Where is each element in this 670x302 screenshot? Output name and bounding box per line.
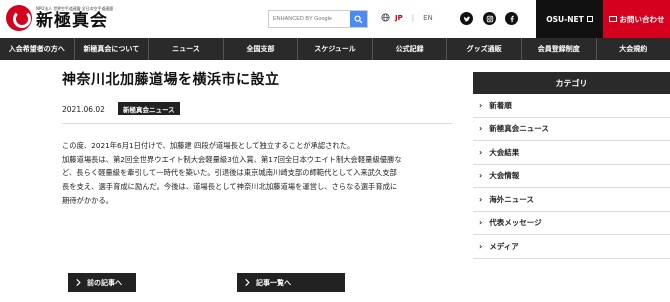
article-title: 神奈川北加藤道場を横浜市に設立 <box>62 72 280 88</box>
search-icon <box>354 14 363 24</box>
category-item-latest[interactable]: › 新着順 <box>473 94 670 118</box>
category-item-tournament-info[interactable]: › 大会情報 <box>473 165 670 188</box>
logo-mark-icon <box>6 5 32 31</box>
lang-jp-link[interactable]: JP <box>395 14 403 22</box>
site-header: NPO法人 世界空手道連盟 全日本空手道連盟 新極真会 JP | EN OSU- <box>0 0 670 38</box>
globe-icon <box>381 13 390 22</box>
category-list: › 新着順 › 新極真会ニュース › 大会結果 › 大会情報 › 海外ニュース › 代表メッ… <box>473 94 670 259</box>
category-label: 大会情報 <box>489 171 520 181</box>
main-nav: 入会希望者の方へ 新極真会について ニュース 全国支部 スケジュール 公式記録 … <box>0 38 670 60</box>
chevron-right-icon: › <box>479 147 483 157</box>
language-switcher: JP | EN <box>381 13 433 22</box>
nav-item-membership[interactable]: 会員登録制度 <box>522 38 597 60</box>
category-tag[interactable]: 新極真会ニュース <box>118 102 180 115</box>
nav-item-branches[interactable]: 全国支部 <box>224 38 299 60</box>
category-item-overseas-news[interactable]: › 海外ニュース <box>473 188 670 212</box>
nav-item-shop[interactable]: グッズ通販 <box>447 38 522 60</box>
osu-net-button[interactable]: OSU-NET <box>536 0 603 38</box>
lang-en-link[interactable]: EN <box>423 14 433 22</box>
twitter-icon[interactable] <box>460 12 473 25</box>
search-input[interactable] <box>269 11 351 27</box>
category-sidebar: カテゴリ › 新着順 › 新極真会ニュース › 大会結果 › 大会情報 › 海外ニュース … <box>473 72 670 302</box>
facebook-icon[interactable] <box>505 12 518 25</box>
article-line: この度、2021年6月1日付けで、加藤建 四段が道場長として独立することが承認さ… <box>62 141 355 150</box>
article: 神奈川北加藤道場を横浜市に設立 2021.06.02 新極真会ニュース この度、… <box>62 60 452 302</box>
nav-item-records[interactable]: 公式記録 <box>373 38 448 60</box>
nav-item-about[interactable]: 新極真会について <box>75 38 150 60</box>
nav-item-schedule[interactable]: スケジュール <box>298 38 373 60</box>
lang-separator: | <box>411 13 415 22</box>
article-list-button[interactable]: 記事一覧へ <box>237 273 345 292</box>
article-line: ど、長らく軽量級を牽引して一時代を築いた。引退後は東京城南川崎支部の師範代として… <box>62 168 397 178</box>
external-link-icon <box>586 16 593 22</box>
category-label: 新着順 <box>489 100 512 110</box>
nav-item-news[interactable]: ニュース <box>149 38 224 60</box>
sidebar-heading: カテゴリ <box>473 72 670 94</box>
article-line: 加藤道場長は、第2回全世界ウエイト制大会軽量級3位入賞、第17回全日本ウエイト制… <box>62 154 402 164</box>
category-label: メディア <box>489 241 519 251</box>
article-line: 期待がかかる。 <box>62 195 114 205</box>
prev-article-label: 前の記事へ <box>87 278 122 287</box>
category-label: 海外ニュース <box>489 194 534 204</box>
site-logo[interactable]: NPO法人 世界空手道連盟 全日本空手道連盟 新極真会 <box>6 5 113 31</box>
chevron-right-icon: › <box>479 171 483 181</box>
logo-name: 新極真会 <box>36 11 108 31</box>
prev-article-button[interactable]: 前の記事へ <box>68 273 136 292</box>
chevron-right-icon: › <box>479 218 483 228</box>
chevron-right-icon <box>245 278 250 287</box>
article-date: 2021.06.02 <box>62 105 105 114</box>
chevron-right-icon: › <box>479 194 483 204</box>
osu-net-label: OSU-NET <box>546 14 584 24</box>
article-list-label: 記事一覧へ <box>256 278 291 287</box>
contact-label: お問い合わせ <box>619 14 665 24</box>
chevron-right-icon: › <box>479 100 483 110</box>
article-body: この度、2021年6月1日付けで、加藤建 四段が道場長として独立することが承認さ… <box>62 139 452 208</box>
contact-button[interactable]: お問い合わせ <box>603 0 670 38</box>
category-item-message[interactable]: › 代表メッセージ <box>473 212 670 235</box>
category-item-results[interactable]: › 大会結果 <box>473 141 670 165</box>
category-label: 大会結果 <box>489 147 520 157</box>
site-search <box>268 10 368 28</box>
category-item-media[interactable]: › メディア <box>473 235 670 259</box>
mail-icon <box>608 16 617 22</box>
nav-item-join[interactable]: 入会希望者の方へ <box>0 38 75 60</box>
category-label: 代表メッセージ <box>489 218 542 228</box>
divider <box>62 123 452 124</box>
article-line: 長を支え、選手育成に励んだ。今後は、道場長として神奈川北加藤道場を運営し、さらな… <box>62 182 398 192</box>
nav-item-rules[interactable]: 大会規約 <box>597 38 670 60</box>
instagram-icon[interactable] <box>483 12 496 25</box>
category-label: 新極真会ニュース <box>489 124 549 134</box>
chevron-right-icon <box>76 278 81 287</box>
chevron-right-icon: › <box>479 241 483 251</box>
chevron-right-icon: › <box>479 124 483 134</box>
category-item-news[interactable]: › 新極真会ニュース <box>473 118 670 141</box>
search-button[interactable] <box>350 11 367 27</box>
